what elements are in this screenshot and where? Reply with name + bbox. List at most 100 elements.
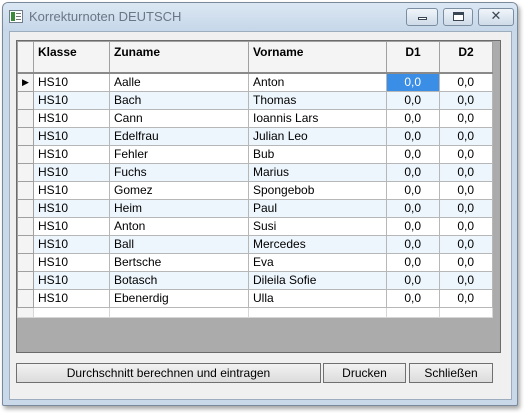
cell-zuname[interactable]: Fuchs	[109, 162, 249, 182]
row-header[interactable]	[17, 234, 34, 254]
cell-zuname[interactable]: Botasch	[109, 270, 249, 290]
empty-cell[interactable]	[109, 306, 249, 318]
title-bar[interactable]: Korrekturnoten DEUTSCH ✕	[3, 3, 517, 31]
table-row[interactable]: HS10 Anton Susi 0,0 0,0	[17, 216, 493, 236]
cell-vorname[interactable]: Dileila Sofie	[248, 270, 387, 290]
cell-d1[interactable]: 0,0	[386, 252, 440, 272]
table-row[interactable]: HS10 Fuchs Marius 0,0 0,0	[17, 162, 493, 182]
empty-cell[interactable]	[248, 306, 387, 318]
cell-d1[interactable]: 0,0	[386, 180, 440, 200]
cell-vorname[interactable]: Spongebob	[248, 180, 387, 200]
cell-zuname[interactable]: Aalle	[109, 72, 249, 92]
cell-vorname[interactable]: Julian Leo	[248, 126, 387, 146]
row-header[interactable]	[17, 162, 34, 182]
cell-d1[interactable]: 0,0	[386, 288, 440, 308]
row-header-corner[interactable]	[17, 41, 34, 74]
cell-zuname[interactable]: Heim	[109, 198, 249, 218]
table-row[interactable]: HS10 Fehler Bub 0,0 0,0	[17, 144, 493, 164]
cell-d2[interactable]: 0,0	[439, 216, 493, 236]
table-row[interactable]: HS10 Cann Ioannis Lars 0,0 0,0	[17, 108, 493, 128]
cell-d2[interactable]: 0,0	[439, 180, 493, 200]
empty-cell[interactable]	[33, 306, 110, 318]
table-row[interactable]: HS10 Gomez Spongebob 0,0 0,0	[17, 180, 493, 200]
cell-klasse[interactable]: HS10	[33, 108, 110, 128]
column-header-d2[interactable]: D2	[439, 41, 493, 74]
maximize-button[interactable]	[443, 8, 473, 26]
cell-d1[interactable]: 0,0	[386, 162, 440, 182]
empty-cell[interactable]	[386, 306, 440, 318]
table-row[interactable]: HS10 Bertsche Eva 0,0 0,0	[17, 252, 493, 272]
cell-d2[interactable]: 0,0	[439, 126, 493, 146]
row-header[interactable]	[17, 108, 34, 128]
table-row[interactable]: HS10 Ebenerdig Ulla 0,0 0,0	[17, 288, 493, 308]
cell-klasse[interactable]: HS10	[33, 126, 110, 146]
cell-d1[interactable]: 0,0	[386, 72, 440, 92]
row-header[interactable]	[17, 90, 34, 110]
cell-zuname[interactable]: Anton	[109, 216, 249, 236]
table-row[interactable]: HS10 Heim Paul 0,0 0,0	[17, 198, 493, 218]
cell-vorname[interactable]: Ioannis Lars	[248, 108, 387, 128]
row-header[interactable]	[17, 216, 34, 236]
cell-d2[interactable]: 0,0	[439, 72, 493, 92]
cell-klasse[interactable]: HS10	[33, 198, 110, 218]
close-button[interactable]: Schließen	[409, 363, 493, 383]
cell-vorname[interactable]: Paul	[248, 198, 387, 218]
cell-zuname[interactable]: Cann	[109, 108, 249, 128]
cell-d2[interactable]: 0,0	[439, 90, 493, 110]
column-header-zuname[interactable]: Zuname	[109, 41, 249, 74]
cell-d2[interactable]: 0,0	[439, 270, 493, 290]
row-header[interactable]: ▶	[17, 72, 34, 92]
row-header[interactable]	[17, 252, 34, 272]
cell-klasse[interactable]: HS10	[33, 288, 110, 308]
cell-d1[interactable]: 0,0	[386, 144, 440, 164]
column-header-vorname[interactable]: Vorname	[248, 41, 387, 74]
cell-vorname[interactable]: Anton	[248, 72, 387, 92]
empty-cell[interactable]	[439, 306, 493, 318]
cell-klasse[interactable]: HS10	[33, 162, 110, 182]
cell-zuname[interactable]: Bach	[109, 90, 249, 110]
row-header[interactable]	[17, 306, 34, 318]
table-row[interactable]: ▶ HS10 Aalle Anton 0,0 0,0	[17, 72, 493, 92]
cell-vorname[interactable]: Mercedes	[248, 234, 387, 254]
cell-klasse[interactable]: HS10	[33, 216, 110, 236]
cell-d2[interactable]: 0,0	[439, 108, 493, 128]
cell-klasse[interactable]: HS10	[33, 90, 110, 110]
cell-klasse[interactable]: HS10	[33, 180, 110, 200]
cell-klasse[interactable]: HS10	[33, 252, 110, 272]
table-row[interactable]: HS10 Edelfrau Julian Leo 0,0 0,0	[17, 126, 493, 146]
cell-zuname[interactable]: Edelfrau	[109, 126, 249, 146]
close-window-button[interactable]: ✕	[478, 8, 514, 26]
minimize-button[interactable]	[406, 8, 438, 26]
row-header[interactable]	[17, 180, 34, 200]
cell-d1[interactable]: 0,0	[386, 234, 440, 254]
cell-vorname[interactable]: Thomas	[248, 90, 387, 110]
cell-vorname[interactable]: Bub	[248, 144, 387, 164]
print-button[interactable]: Drucken	[323, 363, 406, 383]
cell-zuname[interactable]: Ball	[109, 234, 249, 254]
cell-d2[interactable]: 0,0	[439, 198, 493, 218]
cell-klasse[interactable]: HS10	[33, 270, 110, 290]
cell-d1[interactable]: 0,0	[386, 198, 440, 218]
row-header[interactable]	[17, 126, 34, 146]
cell-zuname[interactable]: Fehler	[109, 144, 249, 164]
row-header[interactable]	[17, 288, 34, 308]
cell-vorname[interactable]: Susi	[248, 216, 387, 236]
cell-d1[interactable]: 0,0	[386, 216, 440, 236]
cell-vorname[interactable]: Marius	[248, 162, 387, 182]
table-row[interactable]: HS10 Botasch Dileila Sofie 0,0 0,0	[17, 270, 493, 290]
cell-zuname[interactable]: Bertsche	[109, 252, 249, 272]
cell-d2[interactable]: 0,0	[439, 234, 493, 254]
row-header[interactable]	[17, 270, 34, 290]
cell-d2[interactable]: 0,0	[439, 162, 493, 182]
row-header[interactable]	[17, 198, 34, 218]
cell-d1[interactable]: 0,0	[386, 90, 440, 110]
column-header-klasse[interactable]: Klasse	[33, 41, 110, 74]
grades-grid[interactable]: Klasse Zuname Vorname D1 D2 ▶ HS10 Aalle An…	[16, 40, 501, 353]
cell-klasse[interactable]: HS10	[33, 234, 110, 254]
cell-d2[interactable]: 0,0	[439, 288, 493, 308]
new-row[interactable]	[17, 306, 493, 318]
cell-d1[interactable]: 0,0	[386, 108, 440, 128]
cell-klasse[interactable]: HS10	[33, 144, 110, 164]
column-header-d1[interactable]: D1	[386, 41, 440, 74]
calculate-average-button[interactable]: Durchschnitt berechnen und eintragen	[16, 363, 321, 383]
